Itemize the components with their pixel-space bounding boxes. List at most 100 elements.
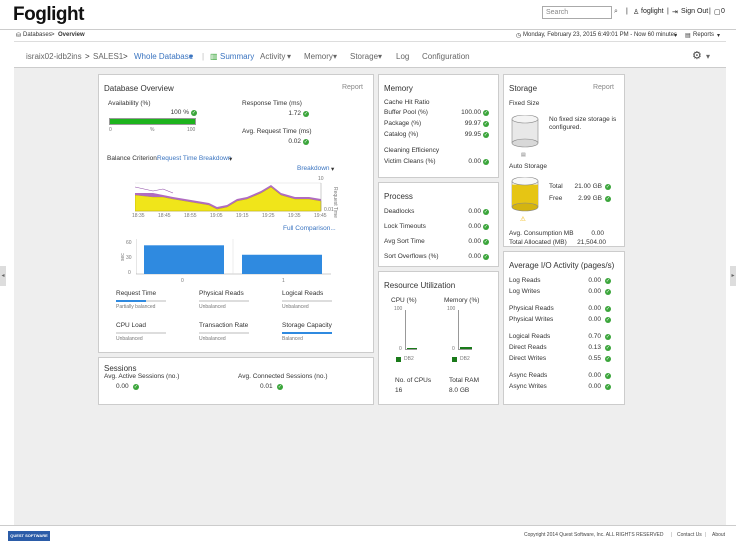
cpus-value: 16 [395,387,403,394]
connected-sessions-label: Avg. Connected Sessions (no.) [238,373,328,380]
tab-storage[interactable]: Storage [350,52,378,61]
report-link[interactable]: Report [342,84,363,91]
chevron-down-icon[interactable]: ▾ [287,52,291,61]
memory-gauge [458,310,472,350]
tab-log[interactable]: Log [396,52,409,61]
total-label: Total [549,183,563,190]
chart-y-right-top: 10 [318,176,324,182]
footer-divider: | [671,532,673,538]
io-row-value: 0.13 [588,344,601,351]
time-range-selector[interactable]: Monday, February 23, 2015 6:49:01 PM - N… [523,32,677,38]
chevron-down-icon[interactable]: ▾ [189,52,193,61]
right-collapse-handle[interactable]: ▸ [730,266,736,286]
breakdown-link[interactable]: Breakdown [297,165,330,172]
chevron-down-icon[interactable]: ▾ [333,52,337,61]
gear-icon[interactable]: ⚙ [692,49,702,62]
memory-row-label: Package (%) [384,120,422,127]
reports-menu[interactable]: Reports [693,32,714,38]
balance-item-bar [282,332,332,334]
database-overview-panel: Database Overview Report Availability (%… [98,74,374,353]
balance-criterion-select[interactable]: Request Time Breakdown [157,155,231,162]
tab-summary[interactable]: Summary [220,52,254,61]
full-comparison-link[interactable]: Full Comparison... [283,225,336,232]
response-time-value: 1.72 [288,110,301,117]
bar-1 [242,254,322,274]
ok-icon: ✓ [483,209,489,215]
search-input[interactable]: Search [542,6,612,19]
memory-row-label: Catalog (%) [384,131,419,138]
database-name[interactable]: SALES1 [93,52,123,61]
balance-item-name[interactable]: Transaction Rate [199,322,248,329]
summary-icon: ▥ [210,52,218,61]
total-allocated-value: 21,504.00 [577,239,606,246]
chart-line-series [135,186,174,194]
search-icon[interactable]: ⌕ [614,8,618,16]
io-row-label: Logical Reads [509,333,551,340]
ok-icon: ✓ [483,159,489,165]
auto-storage-cylinder-icon [511,177,539,212]
balance-item-name[interactable]: Logical Reads [282,290,323,297]
balance-item-name[interactable]: CPU Load [116,322,146,329]
left-collapse-handle[interactable]: ◂ [0,266,6,286]
fixed-storage-message: No fixed size storage is configured. [549,116,617,131]
bar-y-tick: 30 [126,255,132,261]
tab-activity[interactable]: Activity [260,52,285,61]
free-value: 2.99 GB [578,195,602,202]
scale-min: 0 [109,127,112,133]
window-count: 0 [721,8,725,15]
contact-us-link[interactable]: Contact Us [677,532,702,538]
ok-icon: ✓ [133,384,139,390]
balance-item-status: Unbalanced [116,336,143,342]
sign-out-link[interactable]: Sign Out [681,8,708,15]
balance-item-name[interactable]: Physical Reads [199,290,244,297]
reports-icon: ▤ [685,33,691,39]
chart-x-tick: 19:05 [210,213,223,219]
ok-icon: ✓ [605,384,611,390]
io-row-label: Async Writes [509,383,547,390]
balance-item-name[interactable]: Storage Capacity [282,322,332,329]
balance-item-status: Unbalanced [282,304,309,310]
window-icon[interactable]: ▢ [714,8,721,16]
ok-icon: ✓ [605,334,611,340]
signout-icon: ⇥ [672,9,678,16]
process-row-label: Sort Overflows (%) [384,253,439,260]
breadcrumb-databases[interactable]: Databases [23,32,52,38]
chevron-down-icon[interactable]: ▾ [717,32,720,39]
balance-item-bar-fill [116,300,146,302]
instance-name[interactable]: israix02-idb2ins [26,52,82,61]
toolbar-divider: | [626,8,628,15]
chevron-down-icon[interactable]: ▾ [331,165,334,173]
user-name[interactable]: foglight [641,8,664,15]
chevron-down-icon[interactable]: ▾ [674,32,677,39]
chart-area-series-1 [135,186,322,212]
balance-item-bar [199,300,249,302]
tab-configuration[interactable]: Configuration [422,52,470,61]
io-row-label: Direct Writes [509,355,547,362]
cache-hit-label: Cache Hit Ratio [384,99,430,106]
ok-icon: ✓ [605,196,611,202]
process-row-value: 0.00 [468,253,481,260]
storage-panel: Storage Report Fixed Size No fixed size … [503,74,625,247]
io-row-value: 0.00 [588,277,601,284]
tab-memory[interactable]: Memory [304,52,333,61]
chevron-down-icon[interactable]: ▾ [378,52,382,61]
chevron-down-icon[interactable]: ▾ [229,155,232,163]
ok-icon: ✓ [303,139,309,145]
availability-label: Availability (%) [108,100,151,107]
chevron-down-icon[interactable]: ▾ [706,52,710,61]
toolbar-divider: | [667,8,669,15]
mem-tick-max: 100 [447,306,456,312]
balance-item-bar [116,300,166,302]
bar-y-tick: 60 [126,240,132,246]
io-row-label: Log Reads [509,277,541,284]
ram-label: Total RAM [449,377,479,384]
balance-item-name[interactable]: Request Time [116,290,156,297]
fixed-storage-cylinder-icon [511,115,539,148]
cpu-label: CPU (%) [391,297,417,304]
process-row-label: Lock Timeouts [384,223,426,230]
about-link[interactable]: About [712,532,725,538]
report-link[interactable]: Report [593,84,614,91]
foglight-logo[interactable]: Foglight [13,4,84,26]
memory-row-value: 99.97 [464,120,481,127]
view-selector[interactable]: Whole Database [134,52,193,61]
